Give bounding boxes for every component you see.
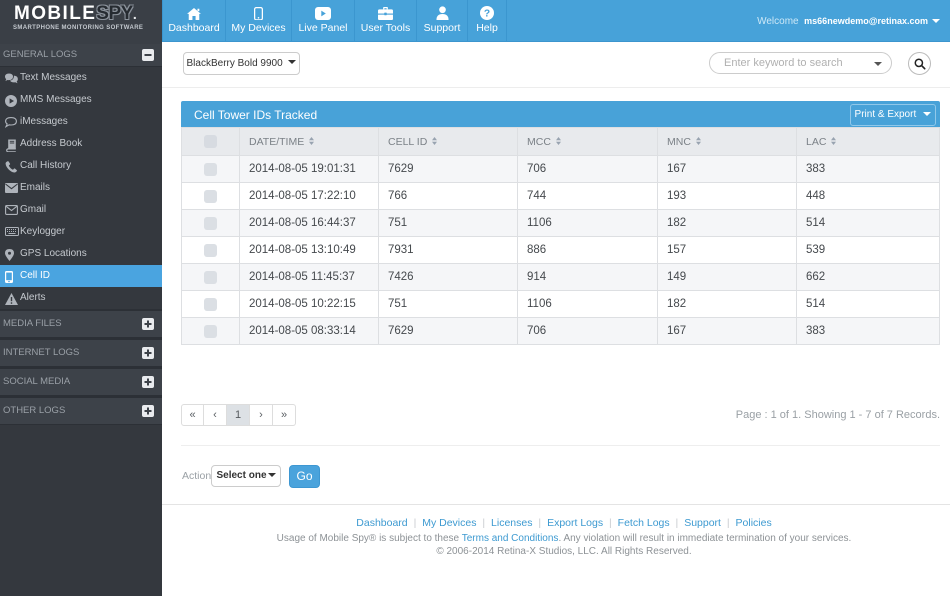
svg-text:?: ? — [484, 9, 490, 20]
